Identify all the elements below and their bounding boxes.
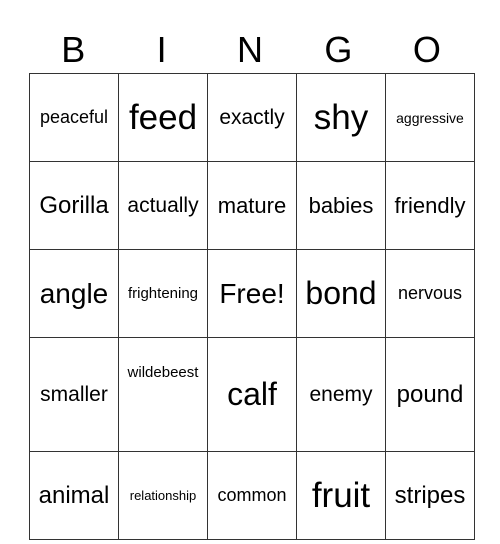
bingo-cell[interactable]: feed [118, 73, 208, 162]
grid-row: peaceful feed exactly shy aggressive [29, 73, 475, 162]
bingo-cell[interactable]: enemy [296, 337, 386, 452]
grid-row: angle frightening Free! bond nervous [29, 249, 475, 338]
bingo-cell[interactable]: actually [118, 161, 208, 250]
bingo-cell[interactable]: shy [296, 73, 386, 162]
grid-row: smaller wildebeest calf enemy pound [29, 337, 475, 452]
bingo-header: B I N G O [29, 28, 471, 72]
header-letter-n: N [237, 29, 264, 70]
bingo-cell[interactable]: wildebeest [118, 337, 208, 452]
grid-row: animal relationship common fruit stripes [29, 451, 475, 540]
bingo-cell[interactable]: stripes [385, 451, 475, 540]
bingo-cell[interactable]: calf [207, 337, 297, 452]
header-letter-i: I [156, 29, 167, 70]
bingo-cell[interactable]: aggressive [385, 73, 475, 162]
bingo-cell[interactable]: pound [385, 337, 475, 452]
bingo-cell[interactable]: peaceful [29, 73, 119, 162]
header-letter-g: G [324, 29, 353, 70]
bingo-cell[interactable]: fruit [296, 451, 386, 540]
header-letter-b: B [61, 29, 86, 70]
free-space-cell[interactable]: Free! [207, 249, 297, 338]
header-letter-o: O [412, 29, 441, 70]
bingo-cell[interactable]: mature [207, 161, 297, 250]
bingo-cell[interactable]: common [207, 451, 297, 540]
bingo-cell[interactable]: Gorilla [29, 161, 119, 250]
bingo-cell[interactable]: smaller [29, 337, 119, 452]
bingo-cell[interactable]: nervous [385, 249, 475, 338]
bingo-cell[interactable]: angle [29, 249, 119, 338]
bingo-cell[interactable]: babies [296, 161, 386, 250]
bingo-cell[interactable]: friendly [385, 161, 475, 250]
bingo-cell[interactable]: frightening [118, 249, 208, 338]
grid-row: Gorilla actually mature babies friendly [29, 161, 475, 250]
bingo-grid: peaceful feed exactly shy aggressive Gor… [29, 73, 475, 540]
bingo-cell[interactable]: bond [296, 249, 386, 338]
bingo-cell[interactable]: exactly [207, 73, 297, 162]
bingo-cell[interactable]: animal [29, 451, 119, 540]
bingo-cell[interactable]: relationship [118, 451, 208, 540]
